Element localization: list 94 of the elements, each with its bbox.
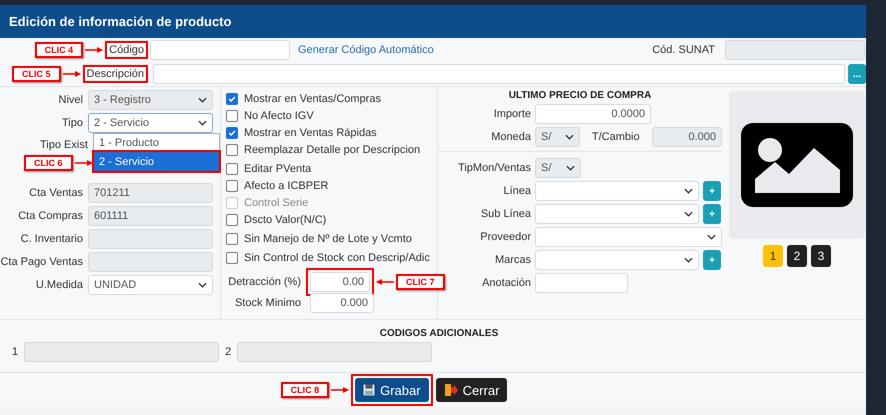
chevron-icon — [707, 234, 716, 240]
checkbox-label: Sin Manejo de Nº de Lote y Vcmto — [244, 232, 412, 244]
input-field[interactable]: 0.0000 — [535, 104, 651, 124]
chevron-icon — [198, 282, 207, 288]
field-label: Cód. SUNAT — [652, 44, 715, 56]
field-label: U.Medida — [34, 279, 84, 291]
field-label: Sub Línea — [480, 208, 531, 220]
callout-arrow — [331, 386, 350, 394]
callout-arrow — [376, 278, 394, 286]
select-field[interactable]: 2 - Servicio — [88, 113, 213, 133]
input-field[interactable]: 0.00 — [310, 272, 370, 292]
checkbox-label: No Afecto IGV — [244, 110, 314, 122]
field-label: Cta Pago Ventas — [0, 256, 84, 268]
input-field[interactable] — [153, 64, 845, 84]
save-button[interactable]: Grabar — [355, 378, 429, 402]
callout-label: CLIC 5 — [12, 66, 61, 82]
page-button[interactable]: 1 — [763, 245, 783, 267]
field-label: Anotación — [481, 277, 531, 289]
select-field[interactable] — [535, 227, 722, 247]
dropdown-option[interactable]: 2 - Servicio — [94, 152, 219, 171]
field-label: TipMon/Ventas — [457, 162, 531, 174]
callout-arrow — [62, 70, 81, 78]
checkbox-label: Reemplazar Detalle por Descripcion — [244, 144, 420, 156]
select-field[interactable]: S/ — [535, 127, 580, 147]
field-label: Detracción (%) — [227, 276, 302, 288]
chevron-icon — [198, 120, 207, 126]
image-icon — [741, 123, 853, 207]
page-button[interactable]: 2 — [787, 245, 807, 267]
checkbox[interactable] — [226, 180, 238, 192]
callout-label: CLIC 6 — [24, 155, 73, 171]
checkbox[interactable] — [226, 144, 238, 156]
checkbox-label: Dscto Valor(N/C) — [244, 214, 326, 226]
checkbox-label: Afecto a ICBPER — [244, 180, 328, 192]
chevron-icon — [684, 188, 693, 194]
field-label: Cta Ventas — [28, 187, 84, 199]
window-title: Edición de información de producto — [0, 5, 866, 38]
checkbox-label: Mostrar en Ventas/Compras — [244, 92, 381, 104]
field-label: Código — [105, 41, 148, 59]
checkbox[interactable] — [226, 252, 238, 264]
section-title: ULTIMO PRECIO DE COMPRA — [508, 90, 652, 101]
callout-arrow — [74, 159, 93, 167]
callout-label: CLIC 8 — [280, 382, 330, 398]
callout-arrow — [85, 46, 104, 54]
generate-code-link[interactable]: Generar Código Automático — [298, 44, 434, 56]
field-label: Descripción — [82, 65, 148, 83]
dropdown-option[interactable]: 1 - Producto — [94, 134, 219, 152]
checkbox[interactable] — [226, 214, 238, 226]
input-field[interactable] — [237, 342, 432, 362]
chevron-icon — [684, 211, 693, 217]
checkbox-label: Sin Control de Stock con Descrip/Adic — [244, 252, 430, 264]
field-label: C. Inventario — [20, 233, 84, 245]
chevron-icon — [684, 257, 693, 263]
callout-label: CLIC 7 — [396, 274, 445, 290]
field-label: Proveedor — [479, 231, 531, 243]
input-field[interactable] — [535, 273, 628, 293]
select-field[interactable]: S/ — [535, 158, 581, 178]
checkmark-icon — [228, 128, 236, 136]
door-exit-icon — [444, 383, 458, 397]
field-label: T/Cambio — [592, 131, 641, 143]
input-field[interactable] — [24, 342, 220, 362]
checkbox[interactable] — [226, 126, 238, 138]
field-label: 1 — [12, 346, 18, 358]
input-field[interactable] — [150, 40, 290, 60]
checkbox[interactable] — [226, 110, 238, 122]
field-label: Línea — [502, 185, 531, 197]
field-label: Stock Minimo — [234, 297, 302, 309]
close-button[interactable]: Cerrar — [436, 378, 508, 402]
field-label: Tipo Exist — [40, 138, 89, 151]
checkbox-label: Mostrar en Ventas Rápidas — [244, 126, 377, 138]
select-field[interactable] — [535, 181, 699, 201]
checkbox[interactable] — [226, 232, 238, 244]
field-label: Marcas — [494, 254, 531, 266]
field-label: Importe — [492, 108, 531, 120]
input-field[interactable]: 0.000 — [310, 293, 374, 313]
field-label: Tipo — [61, 117, 84, 129]
checkbox-label: Control Serie — [244, 196, 308, 208]
page-button[interactable]: 3 — [811, 245, 831, 267]
callout-label: CLIC 4 — [34, 42, 84, 58]
field-label: Cta Compras — [17, 210, 84, 222]
checkmark-icon — [228, 94, 236, 102]
select-field[interactable] — [535, 250, 699, 270]
select-field[interactable] — [535, 204, 699, 224]
checkbox-label: Editar PVenta — [244, 162, 312, 174]
field-label: Nivel — [58, 94, 84, 106]
field-label: 2 — [225, 346, 232, 358]
chevron-icon — [566, 165, 575, 171]
chevron-icon — [564, 134, 574, 140]
checkbox[interactable] — [226, 162, 238, 174]
section-title: CODIGOS ADICIONALES — [378, 328, 500, 339]
checkbox[interactable] — [226, 92, 238, 104]
chevron-icon — [198, 97, 207, 103]
input-field[interactable]: 0.000 — [652, 127, 722, 147]
field-label: Moneda — [490, 131, 531, 143]
select-field[interactable]: UNIDAD — [88, 275, 213, 295]
